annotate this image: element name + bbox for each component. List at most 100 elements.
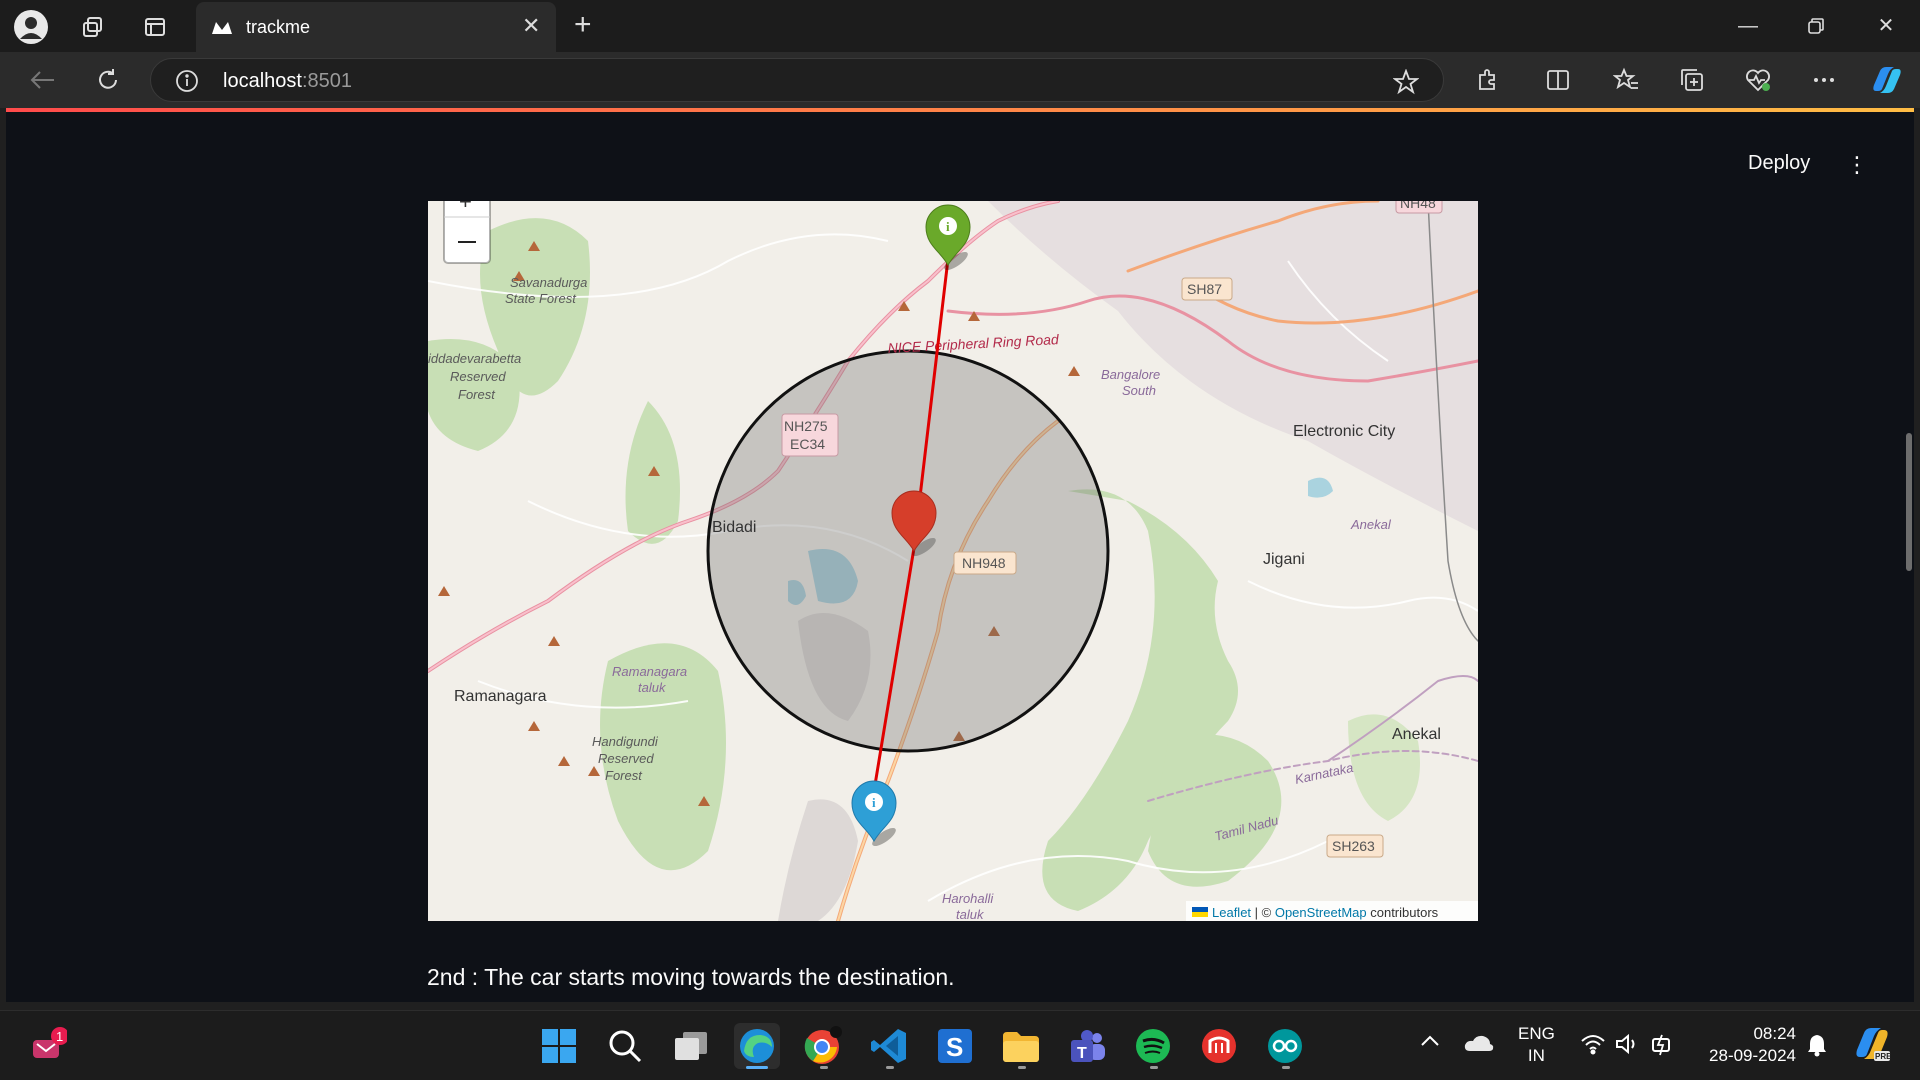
- main-menu-icon[interactable]: ⋮: [1846, 152, 1868, 178]
- url-host: localhost: [223, 70, 302, 92]
- refresh-icon[interactable]: [92, 64, 124, 96]
- favorite-star-icon[interactable]: [1392, 68, 1420, 100]
- windows-taskbar: 1 S T ENG IN 08:24 28-09-2024 PRE: [0, 1010, 1920, 1080]
- page-scrollbar[interactable]: [1906, 433, 1912, 571]
- edge-app-icon[interactable]: [734, 1023, 780, 1069]
- road-shield: EC34: [790, 436, 825, 452]
- map-label: South: [1122, 383, 1156, 398]
- map-attribution: Leaflet | © OpenStreetMap contributors: [1186, 901, 1478, 921]
- lang-code: ENG: [1518, 1024, 1555, 1043]
- map-label: taluk: [956, 907, 985, 921]
- url-port: :8501: [301, 70, 352, 92]
- extensions-icon[interactable]: [1472, 64, 1504, 96]
- map-canvas[interactable]: Savanadurga State Forest iddadevarabetta…: [428, 201, 1478, 921]
- streamlit-page: Deploy ⋮ Savanadurga State Forest iddade…: [6, 108, 1914, 1002]
- map-label: Ramanagara: [454, 688, 547, 705]
- deploy-button[interactable]: Deploy: [1748, 152, 1810, 175]
- chrome-app-icon[interactable]: [800, 1023, 846, 1069]
- map-label: Handigundi: [592, 734, 659, 749]
- vscode-app-icon[interactable]: [866, 1023, 912, 1069]
- close-tab-icon[interactable]: ✕: [522, 13, 540, 39]
- cisco-app-icon[interactable]: [1196, 1023, 1242, 1069]
- map-label: Forest: [605, 768, 643, 783]
- map-label: Harohalli: [942, 891, 994, 906]
- map-label: Ramanagara: [612, 664, 687, 679]
- more-options-icon[interactable]: [1808, 64, 1840, 96]
- task-view-icon[interactable]: [668, 1023, 714, 1069]
- notification-app-icon[interactable]: 1: [24, 1023, 70, 1069]
- map-label: Anekal: [1392, 726, 1441, 743]
- url-text[interactable]: localhost:8501: [223, 70, 352, 93]
- map-label: State Forest: [505, 291, 577, 306]
- minimize-button[interactable]: —: [1728, 10, 1768, 42]
- road-shield: SH87: [1187, 281, 1222, 297]
- address-bar[interactable]: localhost:8501: [150, 58, 1444, 102]
- copilot-icon[interactable]: [1870, 64, 1902, 96]
- notification-bell-icon[interactable]: [1806, 1033, 1828, 1062]
- notification-badge: 1: [56, 1029, 63, 1044]
- map-label: Anekal: [1350, 517, 1392, 532]
- svg-text:PRE: PRE: [1875, 1052, 1892, 1061]
- site-info-icon[interactable]: [175, 69, 199, 98]
- svg-text:i: i: [872, 795, 876, 810]
- collections-icon[interactable]: [1676, 64, 1708, 96]
- new-tab-button[interactable]: +: [574, 8, 592, 42]
- split-screen-icon[interactable]: [1542, 64, 1574, 96]
- battery-charging-icon[interactable]: [1650, 1031, 1676, 1062]
- spotify-app-icon[interactable]: [1130, 1023, 1176, 1069]
- workspaces-icon[interactable]: [76, 10, 110, 44]
- zoom-control[interactable]: +: [443, 201, 491, 264]
- attribution-tail: contributors: [1367, 905, 1439, 920]
- osm-link[interactable]: OpenStreetMap: [1275, 905, 1367, 920]
- streamlit-favicon-icon: [210, 16, 234, 43]
- restore-button[interactable]: [1796, 10, 1836, 42]
- browser-title-bar: trackme ✕ + — ✕: [0, 0, 1920, 52]
- back-icon[interactable]: [26, 64, 58, 96]
- tab-title: trackme: [246, 17, 311, 37]
- browser-tab[interactable]: trackme ✕: [196, 2, 556, 52]
- road-shield: NH48: [1400, 201, 1436, 211]
- road-shield: SH263: [1332, 838, 1375, 854]
- geofence-circle[interactable]: [706, 349, 1110, 753]
- map-label: Bangalore: [1101, 367, 1160, 382]
- lang-region: IN: [1527, 1046, 1545, 1065]
- favorites-icon[interactable]: [1610, 64, 1642, 96]
- leaflet-link[interactable]: Leaflet: [1212, 905, 1251, 920]
- close-window-button[interactable]: ✕: [1866, 10, 1906, 42]
- browser-toolbar: localhost:8501: [0, 52, 1920, 108]
- map-label: Electronic City: [1293, 423, 1395, 440]
- map-label: Jigani: [1263, 551, 1305, 568]
- volume-icon[interactable]: [1614, 1033, 1640, 1060]
- teams-app-icon[interactable]: T: [1064, 1023, 1110, 1069]
- map-label: Savanadurga: [510, 275, 587, 290]
- map-label: Reserved: [450, 369, 506, 384]
- svg-text:i: i: [946, 219, 950, 234]
- browser-essentials-icon[interactable]: [1742, 64, 1774, 96]
- onedrive-icon[interactable]: [1464, 1033, 1494, 1058]
- file-explorer-app-icon[interactable]: [998, 1023, 1044, 1069]
- input-language-indicator[interactable]: ENG IN: [1518, 1023, 1555, 1067]
- clock[interactable]: 08:24 28-09-2024: [1700, 1023, 1796, 1067]
- map-label: Bidadi: [712, 519, 756, 536]
- start-icon[interactable]: [536, 1023, 582, 1069]
- clock-time: 08:24: [1753, 1024, 1796, 1043]
- map-label: iddadevarabetta: [428, 351, 521, 366]
- wifi-icon[interactable]: [1580, 1033, 1606, 1060]
- show-hidden-icons-chevron-icon[interactable]: [1420, 1033, 1440, 1052]
- arduino-app-icon[interactable]: [1262, 1023, 1308, 1069]
- road-shield: NH948: [962, 555, 1006, 571]
- zoom-in-button[interactable]: +: [459, 201, 472, 214]
- header-decoration: [6, 108, 1914, 112]
- svg-text:S: S: [946, 1032, 963, 1062]
- copilot-taskbar-icon[interactable]: PRE: [1852, 1025, 1892, 1070]
- map-container[interactable]: Savanadurga State Forest iddadevarabetta…: [428, 201, 1478, 921]
- attribution-separator: | ©: [1251, 905, 1275, 920]
- clock-date: 28-09-2024: [1709, 1046, 1796, 1065]
- road-shield: NH275: [784, 418, 828, 434]
- sublime-app-icon[interactable]: S: [932, 1023, 978, 1069]
- search-icon[interactable]: [602, 1023, 648, 1069]
- map-label: taluk: [638, 680, 667, 695]
- tab-actions-icon[interactable]: [138, 10, 172, 44]
- map-label: Forest: [458, 387, 496, 402]
- profile-icon[interactable]: [14, 10, 48, 44]
